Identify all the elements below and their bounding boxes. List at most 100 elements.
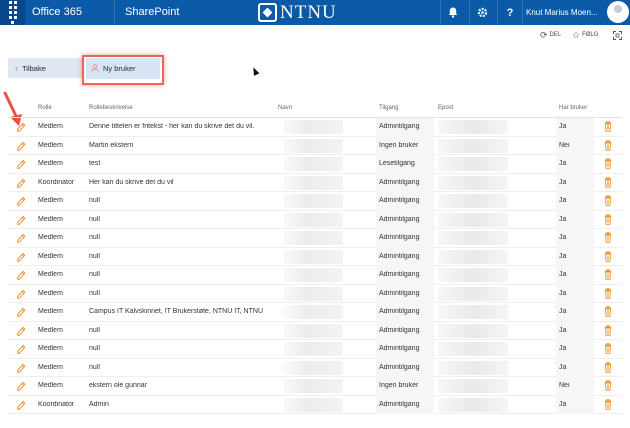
table-row: Medlem Campus IT Kalvskinnet, IT Brukers…	[8, 303, 622, 322]
trash-icon[interactable]	[604, 176, 612, 188]
table-row: Medlem null Admintilgang Ja	[8, 229, 622, 248]
email-redacted	[438, 249, 508, 264]
pencil-icon[interactable]	[16, 140, 26, 152]
share-label: DEL	[549, 32, 562, 38]
header-rolle[interactable]: Rolle	[38, 105, 52, 111]
waffle-icon[interactable]	[0, 0, 25, 25]
chevron-left-icon: ‹	[15, 63, 18, 73]
name-redacted	[283, 379, 343, 393]
email-redacted	[438, 212, 508, 227]
cell-har-bruker: Ja	[559, 326, 567, 334]
pencil-icon[interactable]	[16, 121, 26, 133]
cell-beskrivelse: null	[89, 345, 100, 352]
avatar[interactable]	[607, 1, 629, 23]
name-redacted	[283, 138, 343, 153]
share-button[interactable]: ⟳ DEL	[540, 29, 561, 41]
pencil-icon[interactable]	[16, 362, 26, 374]
cell-rolle: Medlem	[38, 308, 63, 315]
gear-icon[interactable]	[469, 0, 494, 25]
name-redacted	[283, 249, 343, 264]
pencil-icon[interactable]	[16, 380, 26, 392]
email-redacted	[438, 268, 508, 282]
table-body: Medlem Denne tittelen er fritekst - her …	[8, 118, 622, 414]
header-beskrivelse[interactable]: Rollebeskrivelse	[89, 105, 133, 111]
pencil-icon[interactable]	[16, 269, 26, 281]
back-button[interactable]: ‹ Tilbake	[8, 58, 83, 78]
trash-icon[interactable]	[604, 324, 612, 336]
pencil-icon[interactable]	[16, 251, 26, 263]
cell-tilgang: Admintilgang	[379, 289, 420, 297]
trash-icon[interactable]	[604, 121, 612, 132]
cell-rolle: Medlem	[38, 123, 63, 130]
cell-rolle: Medlem	[38, 289, 63, 297]
cell-beskrivelse: null	[89, 215, 100, 223]
name-redacted	[283, 268, 343, 282]
help-icon[interactable]: ?	[497, 0, 522, 25]
pencil-icon[interactable]	[16, 399, 26, 411]
cell-har-bruker: Ja	[559, 400, 567, 408]
header-tilgang[interactable]: Tilgang	[379, 105, 398, 111]
trash-icon[interactable]	[604, 361, 612, 373]
cell-tilgang: Admintilgang	[379, 178, 420, 186]
sharepoint-link[interactable]: SharePoint	[125, 0, 205, 25]
ntnu-logo-text: NTNU	[280, 1, 337, 23]
users-table: Rolle Rollebeskrivelse Navn Tilgang Epos…	[8, 100, 622, 414]
cell-beskrivelse: null	[89, 234, 100, 241]
trash-icon[interactable]	[604, 287, 612, 299]
cell-har-bruker: Ja	[559, 363, 567, 371]
pencil-icon[interactable]	[16, 306, 26, 318]
pencil-icon[interactable]	[16, 288, 26, 300]
pencil-icon[interactable]	[16, 232, 26, 244]
pencil-icon[interactable]	[16, 325, 26, 337]
trash-icon[interactable]	[604, 139, 612, 151]
pencil-icon[interactable]	[16, 214, 26, 226]
cell-har-bruker: Ja	[559, 197, 567, 204]
trash-icon[interactable]	[604, 306, 612, 317]
name-redacted	[283, 212, 343, 227]
table-row: Medlem null Admintilgang Ja	[8, 192, 622, 211]
focus-button[interactable]	[613, 29, 622, 41]
sync-icon: ⟳	[540, 29, 548, 40]
table-row: Medlem null Admintilgang Ja	[8, 321, 622, 340]
cell-tilgang: Admintilgang	[379, 197, 420, 204]
follow-button[interactable]: ☆ FØLG	[572, 29, 598, 41]
header-navn[interactable]: Navn	[278, 105, 292, 111]
trash-icon[interactable]	[604, 380, 612, 391]
cell-beskrivelse: null	[89, 271, 100, 278]
pencil-icon[interactable]	[16, 195, 26, 207]
cell-rolle: Medlem	[38, 197, 63, 204]
cell-tilgang: Ingen bruker	[379, 382, 419, 389]
trash-icon[interactable]	[604, 213, 612, 225]
table-row: Koordinator Her kan du skrive det du vil…	[8, 173, 622, 192]
header-har-bruker[interactable]: Har bruker	[559, 105, 587, 111]
name-redacted	[283, 286, 343, 301]
suite-bar: Office 365 SharePoint NTNU ? Knut Marius…	[0, 0, 630, 25]
cell-har-bruker: Ja	[559, 160, 567, 167]
trash-icon[interactable]	[604, 158, 612, 169]
table-row: Medlem ekstern ole gunnar Ingen bruker N…	[8, 377, 622, 396]
cell-har-bruker: Ja	[559, 252, 567, 260]
bell-icon[interactable]	[440, 0, 465, 25]
pencil-icon[interactable]	[16, 177, 26, 189]
cell-tilgang: Admintilgang	[379, 400, 420, 408]
email-redacted	[438, 323, 508, 338]
trash-icon[interactable]	[604, 195, 612, 206]
cell-rolle: Koordinator	[38, 400, 75, 408]
trash-icon[interactable]	[604, 398, 612, 410]
pencil-icon[interactable]	[16, 343, 26, 355]
office365-link[interactable]: Office 365	[32, 0, 112, 25]
table-row: Medlem test Lesetilgang Ja	[8, 155, 622, 174]
trash-icon[interactable]	[604, 269, 612, 280]
pencil-icon[interactable]	[16, 158, 26, 170]
cell-rolle: Medlem	[38, 326, 63, 334]
trash-icon[interactable]	[604, 343, 612, 354]
table-row: Medlem Martin ekstern Ingen bruker Nei	[8, 136, 622, 155]
email-redacted	[438, 397, 508, 412]
trash-icon[interactable]	[604, 232, 612, 243]
cell-har-bruker: Ja	[559, 234, 567, 241]
trash-icon[interactable]	[604, 250, 612, 262]
header-epost[interactable]: Epost	[438, 105, 453, 111]
email-redacted	[438, 194, 508, 208]
ntnu-logo[interactable]: NTNU	[258, 2, 337, 23]
user-name[interactable]: Knut Marius Moen...	[522, 0, 606, 25]
